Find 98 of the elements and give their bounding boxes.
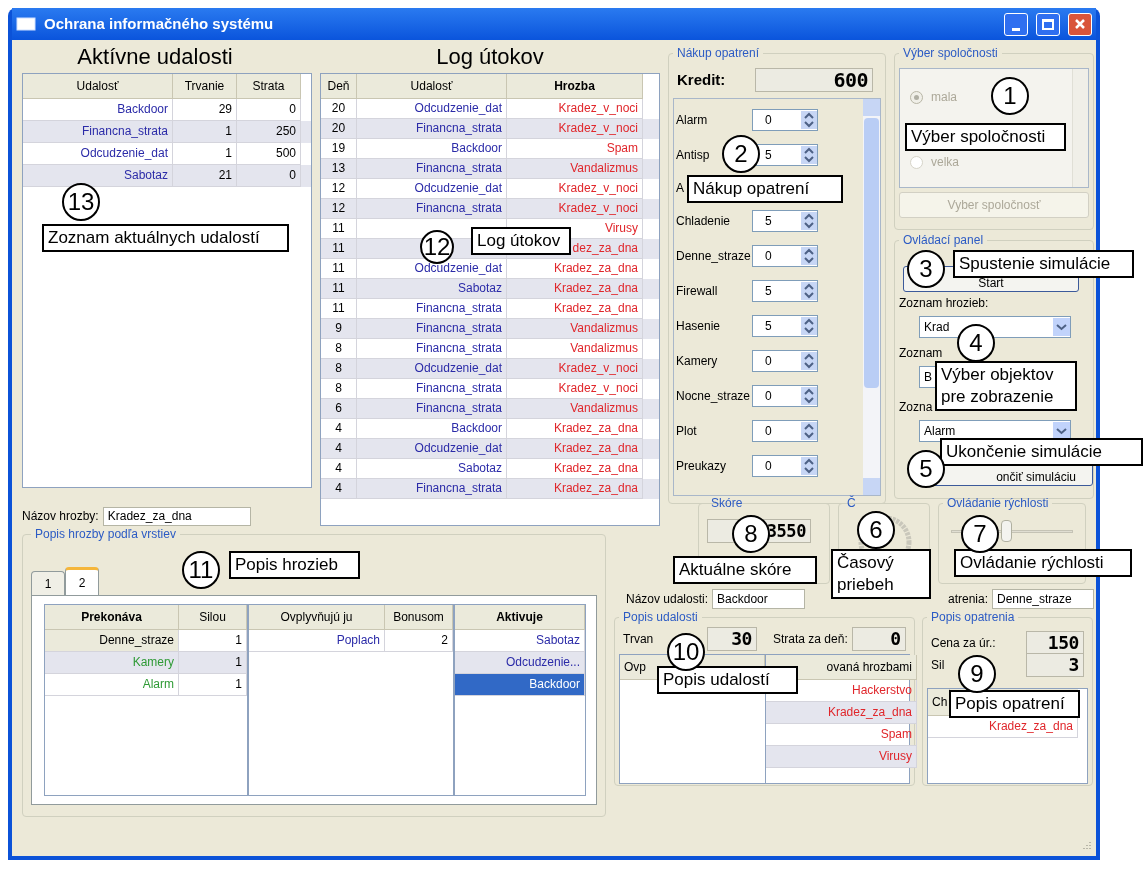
callout-tooltip: Spustenie simulácie: [953, 250, 1134, 278]
callout-tooltip: Zoznam aktuálnych udalostí: [42, 224, 289, 252]
table-cell: 6: [321, 399, 357, 419]
table-cell: 4: [321, 479, 357, 499]
table-cell: Financna_strata: [357, 119, 507, 139]
field-label: Názov hrozby:: [22, 508, 99, 525]
table-cell: Denne_straze: [45, 630, 179, 652]
table-cell: 1: [179, 674, 247, 696]
group-title: Nákup opatrení: [676, 46, 761, 60]
table-cell: Kradez_za_dna: [507, 479, 643, 499]
table-cell: 20: [321, 119, 357, 139]
callout-tooltip: Aktuálne skóre: [673, 556, 817, 584]
table-cell: 1: [173, 121, 237, 143]
table-cell: 12: [321, 199, 357, 219]
callout-tooltip: Časový priebeh: [831, 549, 931, 599]
table-cell: Odcudzenie...: [455, 652, 585, 674]
table-cell: Financna_strata: [357, 159, 507, 179]
measure-label: Hasenie: [676, 319, 721, 333]
list-label: Zoznam: [899, 346, 943, 360]
section-heading: Aktívne udalosti: [76, 43, 234, 71]
table-cell: 9: [321, 319, 357, 339]
table-cell: 2: [385, 630, 453, 652]
table-cell: 8: [321, 359, 357, 379]
measure-label: Preukazy: [676, 459, 727, 473]
table-cell: Kradez_v_noci: [507, 119, 643, 139]
group-title: Popis opatrenia: [930, 610, 1016, 624]
table-cell: Kradez_v_noci: [507, 199, 643, 219]
callout-tooltip: Popis hrozieb: [229, 551, 360, 579]
credit-label: Kredit:: [677, 69, 727, 90]
table-cell: 1: [179, 652, 247, 674]
measure-label: Nocne_straze: [676, 389, 751, 403]
table-cell: Sabotaz: [357, 279, 507, 299]
table-cell: Kamery: [45, 652, 179, 674]
table-cell: Financna_strata: [357, 399, 507, 419]
table-cell: Vandalizmus: [507, 399, 643, 419]
table-cell: Kradez_za_dna: [507, 439, 643, 459]
group-title: Ovládací panel: [902, 233, 985, 247]
callout-tooltip: Popis opatrení: [949, 690, 1080, 718]
lcd-display: 3: [1026, 653, 1084, 677]
window-title: Ochrana informačného systému: [44, 13, 275, 34]
table-cell: 11: [321, 279, 357, 299]
table-cell: Virusy: [766, 746, 917, 768]
table-cell: Financna_strata: [357, 319, 507, 339]
measure-label: Firewall: [676, 284, 718, 298]
radio-label: velka: [931, 154, 959, 171]
table-cell: 21: [173, 165, 237, 187]
table-cell: 0: [237, 165, 301, 187]
table-cell: Financna_strata: [357, 479, 507, 499]
table-cell: Poplach: [249, 630, 385, 652]
measure-label: Denne_straze: [676, 249, 751, 263]
lcd-display: 600: [755, 68, 873, 92]
measure-label: Plot: [676, 424, 697, 438]
field-label: atrenia:: [947, 591, 988, 608]
measure-label: Antisp: [676, 148, 710, 162]
group-title: Č: [846, 496, 857, 510]
list-label: Zoznam hrozieb:: [899, 296, 989, 310]
callout-tooltip: Popis udalostí: [657, 666, 798, 694]
lcd-display: 150: [1026, 631, 1084, 655]
measure-label: Kamery: [676, 354, 718, 368]
radio-label: mala: [931, 89, 957, 106]
table-cell: Odcudzenie_dat: [357, 439, 507, 459]
table-cell: Odcudzenie_dat: [357, 359, 507, 379]
field-label: Strata za deň:: [773, 631, 848, 648]
table-cell: Financna_strata: [357, 199, 507, 219]
callout-tooltip: Výber spoločnosti: [905, 123, 1066, 151]
callout-tooltip: Ukončenie simulácie: [940, 438, 1143, 466]
group-title: Ovládanie rýchlosti: [946, 496, 1050, 510]
table-cell: Financna_strata: [23, 121, 173, 143]
table-cell: Vandalizmus: [507, 319, 643, 339]
lcd-display: 0: [851, 627, 906, 651]
lcd-display: 30: [707, 627, 757, 651]
table-cell: 250: [237, 121, 301, 143]
list-label: Zozna: [899, 400, 933, 414]
measure-label: Alarm: [676, 113, 708, 127]
group-title: Popis hrozby podľa vrstiev: [34, 527, 177, 541]
field-label: Cena za úr.:: [931, 635, 996, 652]
field-label: Trvan: [623, 631, 655, 648]
field-label: Názov udalosti:: [626, 591, 709, 608]
table-cell: 13: [321, 159, 357, 179]
table-cell: 4: [321, 439, 357, 459]
table-cell: 11: [321, 239, 357, 259]
measure-label: Chladenie: [676, 214, 731, 228]
group-title: Popis udalosti: [622, 610, 699, 624]
group-title: Skóre: [710, 496, 744, 510]
callout-tooltip: Log útokov: [471, 227, 571, 255]
group-title: Výber spoločnosti: [902, 46, 999, 60]
table-cell: Kradez_za_dna: [507, 279, 643, 299]
callout-tooltip: Výber objektov pre zobrazenie: [935, 361, 1077, 411]
table-cell: Backdoor: [455, 674, 585, 696]
table-cell: Alarm: [45, 674, 179, 696]
callout-tooltip: Ovládanie rýchlosti: [954, 549, 1132, 577]
table-cell: Kradez_za_dna: [766, 702, 917, 724]
table-cell: Kradez_v_noci: [507, 359, 643, 379]
table-cell: Vandalizmus: [507, 159, 643, 179]
section-heading: Log útokov: [435, 43, 545, 71]
field-label: Sil: [931, 657, 945, 674]
callout-tooltip: Nákup opatrení: [687, 175, 843, 203]
measure-label: A: [676, 181, 684, 195]
